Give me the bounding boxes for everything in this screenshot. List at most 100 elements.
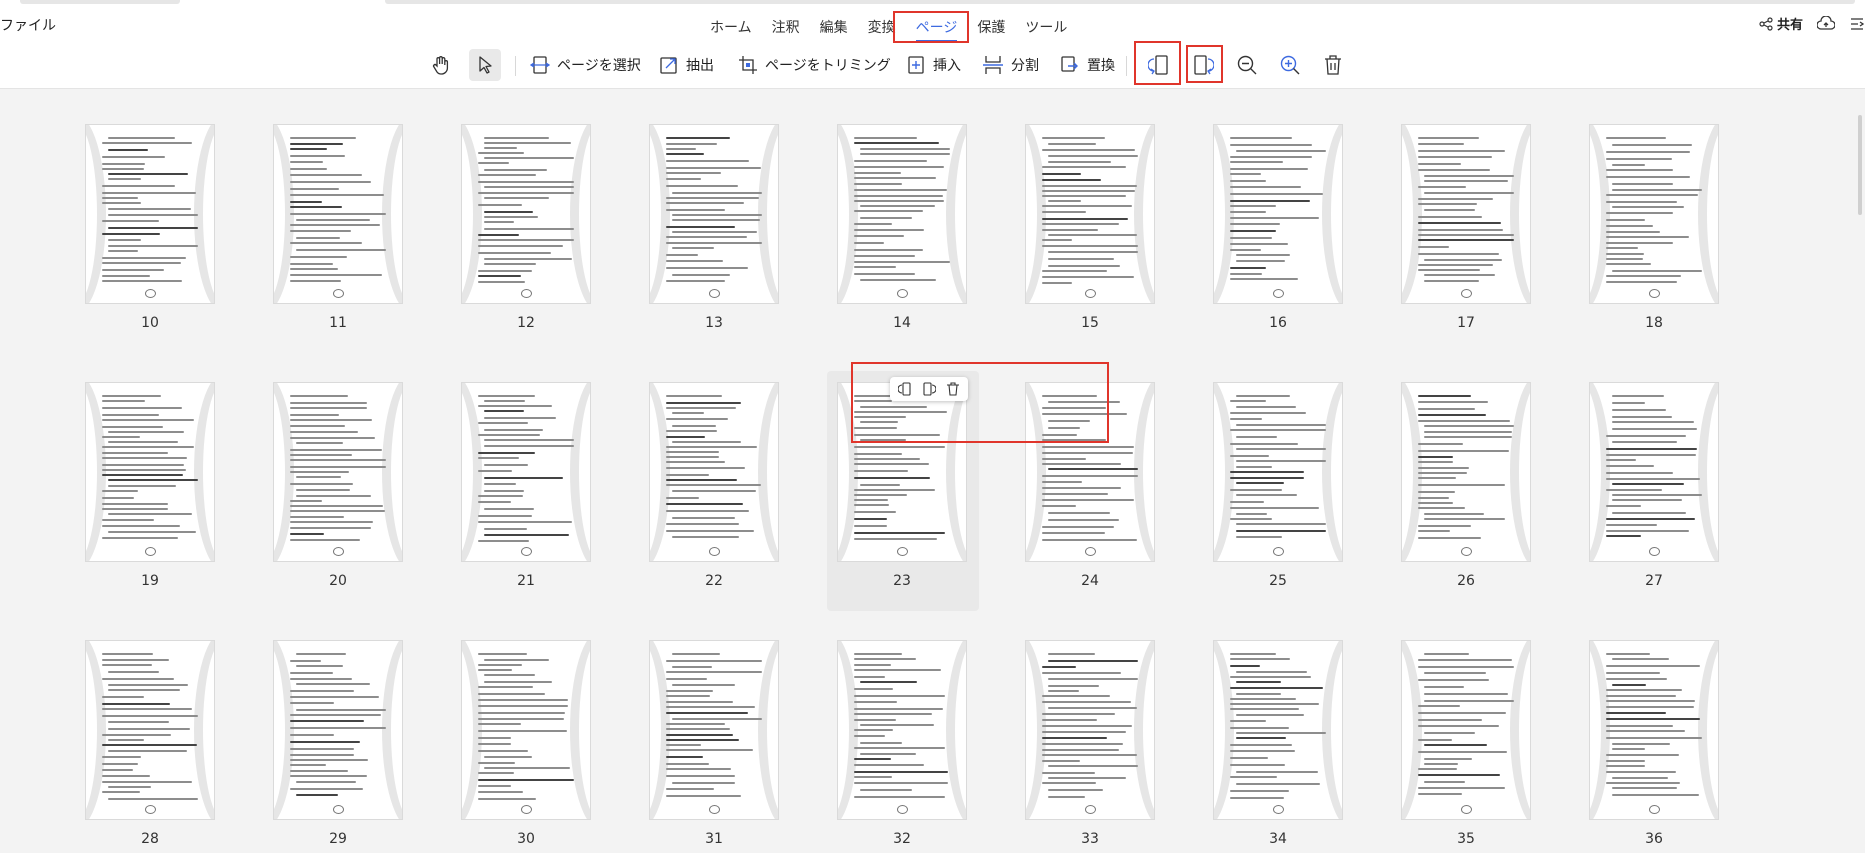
page-thumbnail[interactable]: [838, 641, 966, 819]
page-text-line: [1236, 254, 1290, 256]
collapse-menu-icon[interactable]: [1849, 16, 1865, 32]
page-thumbnail-cell[interactable]: 17: [1402, 125, 1530, 337]
page-text-line: [108, 721, 169, 723]
page-text-line: [1424, 732, 1475, 734]
rotate-right-icon[interactable]: [922, 381, 936, 397]
zoom-out-button[interactable]: [1236, 46, 1258, 84]
page-thumbnail[interactable]: [274, 383, 402, 561]
page-text-line: [1042, 452, 1133, 454]
page-text-line: [290, 727, 386, 729]
page-footer-mark: [145, 547, 156, 556]
page-thumbnail[interactable]: [1590, 383, 1718, 561]
page-thumbnail[interactable]: [462, 641, 590, 819]
extract-button[interactable]: 抽出: [659, 46, 714, 84]
page-thumbnail-cell[interactable]: 12: [462, 125, 590, 337]
page-thumbnail-cell[interactable]: 33: [1026, 641, 1154, 853]
tab-tools[interactable]: ツール: [1015, 17, 1077, 39]
page-thumbnail[interactable]: [838, 383, 966, 561]
page-thumbnail[interactable]: [1026, 641, 1154, 819]
tab-convert[interactable]: 変換: [858, 17, 906, 39]
page-thumbnail-cell[interactable]: 16: [1214, 125, 1342, 337]
page-text-line: [290, 256, 347, 258]
page-thumbnail-cell[interactable]: 29: [274, 641, 402, 853]
tab-page[interactable]: ページ: [906, 17, 968, 42]
page-text-line: [290, 720, 364, 722]
split-button[interactable]: 分割: [982, 46, 1039, 84]
page-thumbnail[interactable]: [1214, 641, 1342, 819]
page-thumbnail[interactable]: [86, 641, 214, 819]
page-text-line: [666, 197, 759, 199]
tab-home[interactable]: ホーム: [700, 17, 762, 39]
page-text-line: [296, 219, 370, 221]
delete-button[interactable]: [1323, 46, 1343, 84]
page-thumbnail-cell[interactable]: 20: [274, 383, 402, 595]
page-text-line: [1612, 658, 1669, 660]
page-thumbnail[interactable]: [1026, 125, 1154, 303]
page-thumbnail-cell[interactable]: 31: [650, 641, 778, 853]
page-text-line: [1424, 425, 1514, 427]
page-thumbnail[interactable]: [1590, 641, 1718, 819]
page-thumbnail[interactable]: [650, 641, 778, 819]
page-thumbnail-cell[interactable]: 27: [1590, 383, 1718, 595]
page-text-line: [1418, 169, 1490, 171]
share-button[interactable]: 共有: [1759, 14, 1803, 33]
file-menu[interactable]: ファイル: [0, 15, 56, 35]
rotate-left-icon[interactable]: [898, 381, 912, 397]
rotate-left-button[interactable]: [1148, 46, 1170, 84]
page-thumbnail[interactable]: [1402, 383, 1530, 561]
trim-pages-button[interactable]: ページをトリミング: [738, 46, 891, 84]
page-thumbnail[interactable]: [650, 383, 778, 561]
page-thumbnail[interactable]: [86, 383, 214, 561]
page-thumbnail-cell[interactable]: 18: [1590, 125, 1718, 337]
page-thumbnail-cell[interactable]: 14: [838, 125, 966, 337]
page-border-decoration: [1322, 383, 1342, 561]
page-thumbnail-cell[interactable]: 24: [1026, 383, 1154, 595]
page-thumbnail-cell[interactable]: 36: [1590, 641, 1718, 853]
page-thumbnail[interactable]: [1402, 641, 1530, 819]
page-thumbnail[interactable]: [86, 125, 214, 303]
page-thumbnail-cell[interactable]: 19: [86, 383, 214, 595]
page-text-line: [1230, 400, 1266, 402]
page-thumbnail[interactable]: [274, 641, 402, 819]
page-thumbnail[interactable]: [1026, 383, 1154, 561]
page-thumbnail-cell[interactable]: 28: [86, 641, 214, 853]
page-thumbnail-cell[interactable]: 15: [1026, 125, 1154, 337]
rotate-right-button[interactable]: [1192, 46, 1214, 84]
page-text-line: [854, 664, 891, 666]
tab-protect[interactable]: 保護: [967, 17, 1015, 39]
page-thumbnail[interactable]: [650, 125, 778, 303]
vertical-scrollbar[interactable]: [1858, 115, 1862, 215]
replace-button[interactable]: 置換: [1060, 46, 1115, 84]
select-pages-button[interactable]: ページを選択: [530, 46, 641, 84]
cloud-upload-icon[interactable]: [1817, 15, 1835, 32]
page-thumbnail-cell[interactable]: 11: [274, 125, 402, 337]
page-thumbnail[interactable]: [1402, 125, 1530, 303]
insert-button[interactable]: 挿入: [906, 46, 961, 84]
page-thumbnail[interactable]: [274, 125, 402, 303]
page-thumbnail-cell[interactable]: 35: [1402, 641, 1530, 853]
page-thumbnail-cell[interactable]: 22: [650, 383, 778, 595]
page-thumbnail-cell[interactable]: 10: [86, 125, 214, 337]
page-text-line: [290, 168, 327, 170]
select-tool-button[interactable]: [474, 46, 496, 84]
tab-annotate[interactable]: 注釈: [762, 17, 810, 39]
hand-tool-button[interactable]: [430, 46, 452, 84]
tab-edit[interactable]: 編集: [810, 17, 858, 39]
page-thumbnail-cell[interactable]: 13: [650, 125, 778, 337]
page-text-line: [672, 653, 720, 655]
trash-icon[interactable]: [946, 381, 960, 397]
zoom-in-button[interactable]: [1279, 46, 1301, 84]
page-thumbnail-cell[interactable]: 34: [1214, 641, 1342, 853]
page-thumbnail[interactable]: [1214, 383, 1342, 561]
page-thumbnail-cell[interactable]: 26: [1402, 383, 1530, 595]
page-thumbnail-cell[interactable]: 32: [838, 641, 966, 853]
page-thumbnail[interactable]: [462, 125, 590, 303]
page-thumbnail-cell[interactable]: 30: [462, 641, 590, 853]
page-thumbnail-cell[interactable]: 23: [838, 383, 966, 595]
page-thumbnail-cell[interactable]: 21: [462, 383, 590, 595]
page-thumbnail[interactable]: [462, 383, 590, 561]
page-thumbnail-cell[interactable]: 25: [1214, 383, 1342, 595]
page-thumbnail[interactable]: [1214, 125, 1342, 303]
page-thumbnail[interactable]: [838, 125, 966, 303]
page-thumbnail[interactable]: [1590, 125, 1718, 303]
